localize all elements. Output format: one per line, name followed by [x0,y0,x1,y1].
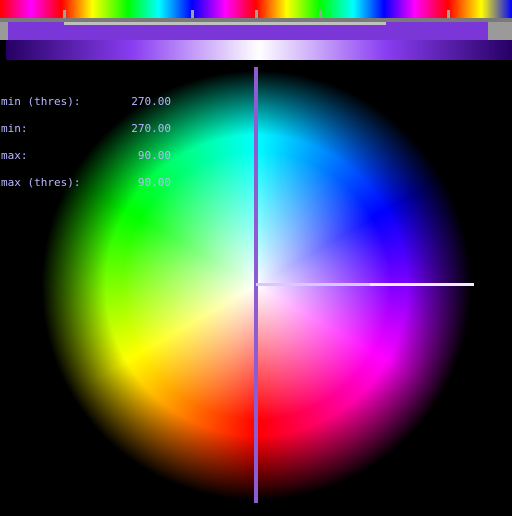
readout-row-max: max: 90.00 [1,149,171,162]
selected-range-band[interactable] [0,22,512,40]
readout-value: 90.00 [137,176,171,189]
readout-value: 90.00 [137,149,171,162]
readout-value: 270.00 [131,95,171,108]
readout-value: 270.00 [131,122,171,135]
readout-row-min-thres: min (thres): 270.00 [1,95,171,108]
readout-label: max: [1,149,28,162]
range-readout: min (thres): 270.00 min: 270.00 max: 90.00 … [1,79,171,196]
readout-label: min: [1,122,28,135]
readout-row-max-thres: max (thres): 90.00 [1,176,171,189]
saturation-gradient-bar [6,40,512,60]
readout-label: min (thres): [1,95,81,108]
hue-color-strip[interactable] [0,0,512,18]
readout-label: max (thres): [1,176,81,189]
readout-row-min: min: 270.00 [1,122,171,135]
